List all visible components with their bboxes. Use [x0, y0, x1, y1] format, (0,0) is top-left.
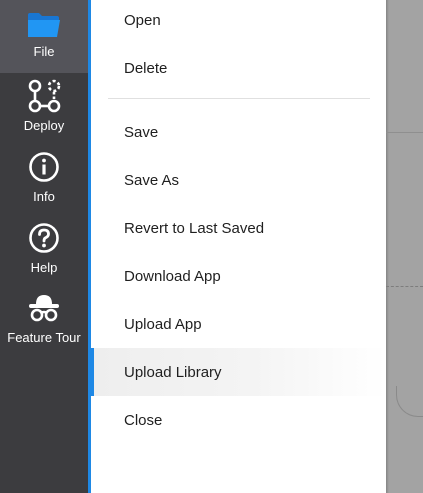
menu-item-save-as[interactable]: Save As [91, 156, 386, 204]
sidebar-item-info[interactable]: Info [0, 149, 88, 209]
menu-item-label: Download App [124, 267, 221, 285]
canvas-shadow [386, 0, 389, 493]
sidebar-item-deploy[interactable]: Deploy [0, 78, 88, 138]
menu-item-label: Open [124, 11, 161, 29]
sidebar-item-feature-tour[interactable]: Feature Tour [0, 290, 88, 350]
sidebar-item-file[interactable]: File [0, 0, 88, 73]
menu-item-close[interactable]: Close [91, 396, 386, 444]
help-icon [26, 220, 62, 256]
menu-item-save[interactable]: Save [91, 108, 386, 156]
canvas-background [386, 0, 423, 493]
menu-item-upload-library[interactable]: Upload Library [91, 348, 386, 396]
sidebar-item-label: Help [30, 260, 58, 275]
menu-item-delete[interactable]: Delete [91, 44, 386, 92]
deploy-nodes-icon [26, 78, 62, 114]
menu-item-label: Save As [124, 171, 180, 189]
sidebar-item-label: Info [33, 189, 55, 204]
menu-item-label: Close [124, 411, 163, 429]
menu-item-label: Save [124, 123, 159, 141]
sidebar-item-label: File [33, 44, 55, 59]
sidebar-item-label: Deploy [23, 118, 65, 133]
canvas-dashed-line [386, 286, 423, 287]
sidebar: File Deploy Info Help Feature Tour [0, 0, 88, 493]
menu-item-label: Revert to Last Saved [124, 219, 265, 237]
menu-item-label: Delete [124, 59, 168, 77]
spy-hat-glasses-icon [26, 290, 62, 326]
menu-item-label: Upload App [124, 315, 202, 333]
info-icon [26, 149, 62, 185]
file-menu-panel: Open Delete Save Save As Revert to Last … [91, 0, 386, 493]
canvas-curve [396, 386, 423, 417]
menu-item-revert-to-last-saved[interactable]: Revert to Last Saved [91, 204, 386, 252]
sidebar-item-help[interactable]: Help [0, 220, 88, 280]
menu-item-upload-app[interactable]: Upload App [91, 300, 386, 348]
menu-item-label: Upload Library [124, 363, 222, 381]
menu-separator [108, 98, 370, 99]
canvas-line [386, 132, 423, 133]
menu-item-open[interactable]: Open [91, 0, 386, 44]
sidebar-item-label: Feature Tour [7, 330, 81, 345]
folder-icon [26, 10, 62, 40]
menu-item-download-app[interactable]: Download App [91, 252, 386, 300]
